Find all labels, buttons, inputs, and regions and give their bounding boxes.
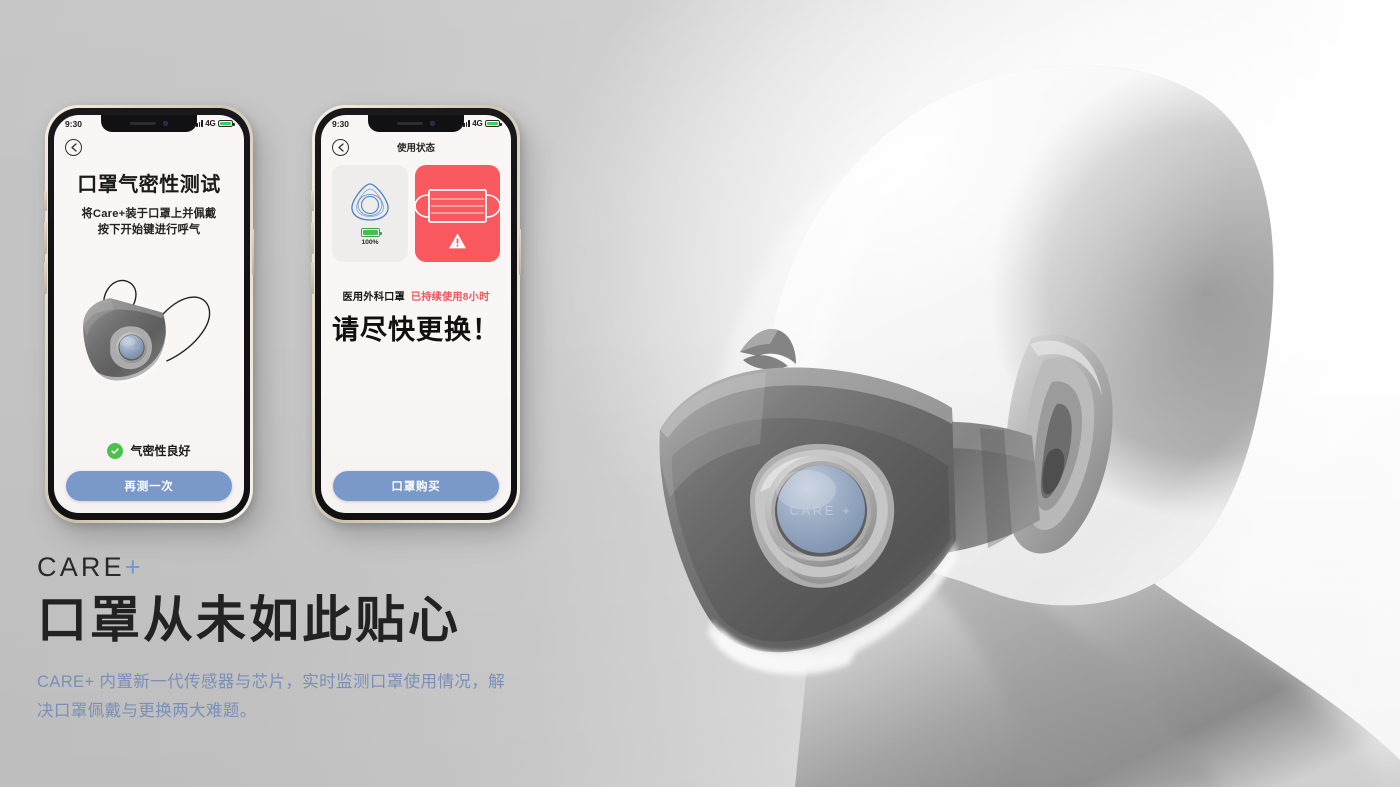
marketing-copy-block: CARE+ 口罩从未如此贴心 CARE+ 内置新一代传感器与芯片，实时监测口罩使… xyxy=(37,552,597,726)
mask-product-illustration: CARE + xyxy=(54,240,244,442)
result-label: 气密性良好 xyxy=(130,444,191,458)
instruction-line-2: 按下开始键进行呼气 xyxy=(97,224,201,237)
phone2-nav-bar: 使用状态 xyxy=(321,132,511,162)
phone2-clock: 9:30 xyxy=(332,118,350,129)
presentation-canvas: CARE + 9:30 4G 口罩气密性测试 将Care+装于口罩上并佩戴 按下… xyxy=(0,0,1400,787)
check-circle-icon xyxy=(107,442,124,459)
mannequin-head-render: CARE + xyxy=(600,0,1400,787)
chevron-left-icon xyxy=(70,142,77,152)
phone2-status-bar: 9:30 4G xyxy=(321,115,511,132)
brand-plus-icon: + xyxy=(124,552,144,582)
retest-button[interactable]: 再测一次 xyxy=(66,471,232,501)
phone2-volume-down-button[interactable] xyxy=(311,262,314,294)
phone2-mute-switch[interactable] xyxy=(311,191,314,211)
phone2-volume-up-button[interactable] xyxy=(311,222,314,254)
usage-duration-label: 已持续使用8小时 xyxy=(410,292,490,303)
battery-percent-label: 100% xyxy=(361,238,379,246)
phone1-clock: 9:30 xyxy=(65,118,83,129)
page-title: 使用状态 xyxy=(396,143,435,154)
phone1-status-indicators: 4G xyxy=(193,119,235,128)
phone1-body: 口罩气密性测试 将Care+装于口罩上并佩戴 按下开始键进行呼气 CARE + … xyxy=(54,162,244,513)
page-title: 口罩气密性测试 xyxy=(77,174,221,196)
phone1-mute-switch[interactable] xyxy=(44,191,47,211)
device-status-card[interactable]: 100% xyxy=(332,165,408,262)
phone1-screen: 9:30 4G 口罩气密性测试 将Care+装于口罩上并佩戴 按下开始键进行呼气… xyxy=(54,115,244,513)
phone2-status-indicators: 4G xyxy=(460,119,502,128)
svg-text:CARE +: CARE + xyxy=(123,347,140,351)
status-cards: 100% xyxy=(321,165,511,262)
device-battery: 100% xyxy=(360,228,382,246)
signal-bars-icon xyxy=(460,120,470,127)
module-engraving: CARE + xyxy=(790,503,853,518)
phone1-status-bar: 9:30 4G xyxy=(54,115,244,132)
phone2-network-label: 4G xyxy=(472,119,483,128)
battery-icon xyxy=(485,119,502,128)
warning-triangle-icon xyxy=(449,232,466,248)
phone-mockup-airtightness-test: 9:30 4G 口罩气密性测试 将Care+装于口罩上并佩戴 按下开始键进行呼气… xyxy=(44,105,254,523)
body-copy: CARE+ 内置新一代传感器与芯片，实时监测口罩使用情况，解决口罩佩戴与更换两大… xyxy=(37,673,506,720)
phone-mockup-usage-status: 9:30 4G 使用状态 100% 医用外科口罩 已持续使用8小时 请尽快更换！… xyxy=(311,105,521,523)
buy-mask-button[interactable]: 口罩购买 xyxy=(333,471,499,501)
airtightness-result: 气密性良好 xyxy=(54,442,244,459)
phone2-bezel: 9:30 4G 使用状态 100% 医用外科口罩 已持续使用8小时 请尽快更换！… xyxy=(315,108,517,520)
replace-warning-message: 请尽快更换！ xyxy=(332,315,500,345)
instruction-line-1: 将Care+装于口罩上并佩戴 xyxy=(81,208,217,220)
care-device-icon xyxy=(351,183,389,221)
phone2-screen: 9:30 4G 使用状态 100% 医用外科口罩 已持续使用8小时 请尽快更换！… xyxy=(321,115,511,513)
mask-alert-card[interactable] xyxy=(415,165,500,262)
mask-usage-info: 医用外科口罩 已持续使用8小时 xyxy=(321,288,511,303)
mask-type-label: 医用外科口罩 xyxy=(342,292,405,303)
phone2-power-button[interactable] xyxy=(518,229,521,275)
phone1-volume-down-button[interactable] xyxy=(44,262,47,294)
phone1-network-label: 4G xyxy=(205,119,216,128)
brand-name: CARE xyxy=(37,552,125,582)
phone1-nav-bar xyxy=(54,132,244,162)
brand-lockup: CARE+ xyxy=(37,552,597,583)
battery-icon xyxy=(218,119,235,128)
phone1-bezel: 9:30 4G 口罩气密性测试 将Care+装于口罩上并佩戴 按下开始键进行呼气… xyxy=(48,108,250,520)
surgical-mask-icon xyxy=(415,188,500,223)
signal-bars-icon xyxy=(193,120,203,127)
phone1-power-button[interactable] xyxy=(251,229,254,275)
headline: 口罩从未如此贴心 xyxy=(37,592,461,648)
phone2-body: 100% 医用外科口罩 已持续使用8小时 请尽快更换！ 口罩购买 xyxy=(321,162,511,513)
instruction-text: 将Care+装于口罩上并佩戴 按下开始键进行呼气 xyxy=(54,206,244,238)
back-button[interactable] xyxy=(65,138,82,156)
phone1-volume-up-button[interactable] xyxy=(44,222,47,254)
battery-icon xyxy=(360,228,382,238)
